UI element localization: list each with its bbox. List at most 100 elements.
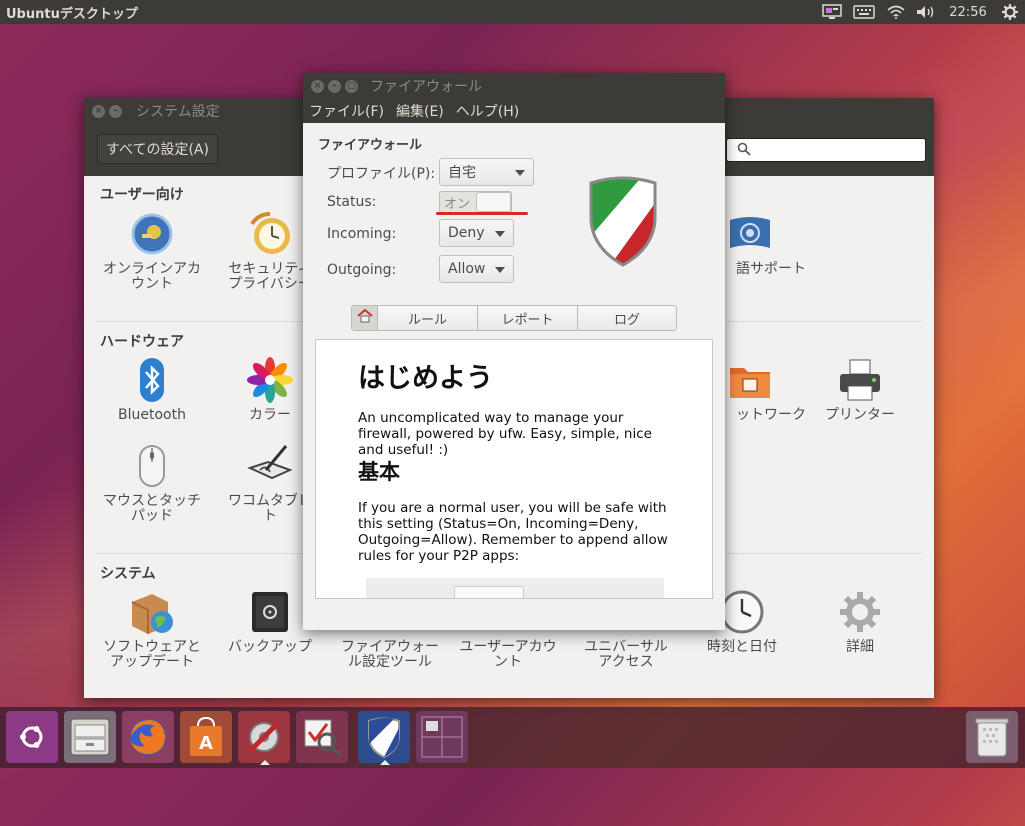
- tab-log[interactable]: ログ: [578, 306, 676, 330]
- wacom-tablet-icon: [246, 442, 294, 490]
- firewall-window: × – □ ファイアウォール ファイル(F) 編集(E) ヘルプ(H) ファイア…: [303, 73, 725, 630]
- language-support-icon: [726, 210, 774, 258]
- section-system: システム: [100, 566, 156, 582]
- profile-dropdown[interactable]: 自宅: [439, 158, 534, 186]
- firewall-search-icon[interactable]: [296, 711, 348, 763]
- settings-title: システム設定: [136, 104, 220, 120]
- ubuntu-logo-icon[interactable]: [6, 711, 58, 763]
- software-updates-item[interactable]: ソフトウェアと アップデート: [92, 588, 212, 670]
- firewall-tool-label-1: ファイアウォー: [341, 639, 439, 655]
- minimize-icon[interactable]: –: [109, 104, 122, 118]
- firefox-icon[interactable]: [122, 711, 174, 763]
- software-updates-label-2: アップデート: [110, 654, 194, 670]
- top-panel: Ubuntuデスクトップ 22:56: [0, 0, 1025, 24]
- incoming-value: Deny: [448, 225, 485, 241]
- tab-rules[interactable]: ルール: [378, 306, 478, 330]
- time-date-label: 時刻と日付: [707, 639, 777, 655]
- network-icon: [726, 356, 774, 404]
- bluetooth-icon: [128, 356, 176, 404]
- wifi-icon[interactable]: [881, 0, 911, 24]
- volume-icon[interactable]: [911, 0, 941, 24]
- status-toggle[interactable]: オン: [439, 191, 512, 213]
- svg-text:A: A: [199, 733, 213, 754]
- section-personal: ユーザー向け: [100, 187, 184, 203]
- menu-edit[interactable]: 編集(E): [390, 101, 450, 121]
- details-item[interactable]: 詳細: [800, 588, 920, 655]
- status-value: オン: [444, 196, 471, 212]
- clock[interactable]: 22:56: [941, 0, 995, 24]
- mouse-touchpad-item[interactable]: マウスとタッチ パッド: [92, 442, 212, 524]
- screen-icon[interactable]: [817, 0, 847, 24]
- bluetooth-item[interactable]: Bluetooth: [92, 356, 212, 423]
- mouse-touchpad-label-2: パッド: [131, 508, 173, 524]
- details-gear-icon: [836, 588, 884, 636]
- incoming-label: Incoming:: [327, 226, 397, 242]
- online-accounts-icon: [128, 210, 176, 258]
- all-settings-button[interactable]: すべての設定(A): [97, 134, 218, 164]
- system-settings-icon[interactable]: [238, 711, 290, 765]
- content-title: はじめよう: [358, 363, 493, 394]
- gufw-shield-icon[interactable]: [358, 711, 410, 765]
- chevron-down-icon: [495, 267, 505, 273]
- top-panel-title: Ubuntuデスクトップ: [6, 6, 138, 22]
- mouse-icon: [128, 442, 176, 490]
- outgoing-value: Allow: [448, 261, 486, 277]
- firewall-titlebar: × – □ ファイアウォール: [303, 73, 725, 99]
- search-input[interactable]: [726, 138, 926, 162]
- menubar: ファイル(F) 編集(E) ヘルプ(H): [303, 99, 725, 123]
- firewall-tool-label-2: ル設定ツール: [348, 654, 432, 670]
- menu-help[interactable]: ヘルプ(H): [450, 101, 525, 121]
- status-label: Status:: [327, 194, 377, 210]
- search-icon: [737, 142, 751, 160]
- red-underline-annotation: [436, 212, 528, 215]
- printers-item[interactable]: プリンター: [800, 356, 920, 423]
- mouse-touchpad-label-1: マウスとタッチ: [103, 493, 201, 509]
- online-accounts-label-2: ウント: [131, 276, 173, 292]
- tab-home[interactable]: [352, 306, 378, 330]
- content-basics-text: If you are a normal user, you will be sa…: [358, 500, 668, 564]
- security-privacy-icon: [246, 210, 294, 258]
- menu-file[interactable]: ファイル(F): [303, 101, 390, 121]
- indicator-area: 22:56: [817, 0, 1025, 24]
- running-indicator: [260, 760, 270, 765]
- close-icon[interactable]: ×: [311, 79, 324, 93]
- close-icon[interactable]: ×: [92, 104, 105, 118]
- minimize-icon[interactable]: –: [328, 79, 341, 93]
- firewall-shield-icon: [585, 173, 661, 267]
- keyboard-icon[interactable]: [847, 0, 881, 24]
- outgoing-label: Outgoing:: [327, 262, 397, 278]
- running-indicator: [380, 760, 390, 765]
- firewall-title: ファイアウォール: [370, 79, 482, 95]
- outgoing-dropdown[interactable]: Allow: [439, 255, 514, 283]
- content-basics-title: 基本: [358, 460, 400, 484]
- toggle-knob: [476, 192, 511, 212]
- workspace-switcher-icon[interactable]: [416, 711, 468, 763]
- online-accounts-label-1: オンラインアカ: [103, 261, 201, 277]
- launcher: A: [0, 707, 1025, 768]
- color-icon: [246, 356, 294, 404]
- bluetooth-label: Bluetooth: [118, 407, 186, 423]
- online-accounts-item[interactable]: オンラインアカ ウント: [92, 210, 212, 292]
- details-label: 詳細: [846, 639, 874, 655]
- language-support-label: 語サポート: [736, 261, 806, 277]
- section-hardware: ハードウェア: [100, 334, 184, 350]
- software-center-icon[interactable]: A: [180, 711, 232, 763]
- home-icon: [356, 308, 373, 327]
- getting-started-content[interactable]: はじめよう An uncomplicated way to manage you…: [315, 339, 713, 599]
- tab-report[interactable]: レポート: [478, 306, 578, 330]
- backups-icon: [246, 588, 294, 636]
- trash-icon[interactable]: [966, 711, 1018, 763]
- profile-value: 自宅: [448, 165, 476, 181]
- profile-label: プロファイル(P):: [327, 166, 436, 182]
- chevron-down-icon: [515, 170, 525, 176]
- printers-label: プリンター: [825, 407, 895, 423]
- universal-access-label-2: アクセス: [598, 654, 654, 670]
- universal-access-label-1: ユニバーサル: [584, 639, 668, 655]
- maximize-icon[interactable]: □: [345, 79, 358, 93]
- content-intro: An uncomplicated way to manage your fire…: [358, 410, 652, 458]
- firewall-heading: ファイアウォール: [318, 138, 423, 153]
- incoming-dropdown[interactable]: Deny: [439, 219, 514, 247]
- gear-icon[interactable]: [995, 0, 1025, 24]
- user-accounts-label-1: ユーザーアカウ: [459, 639, 557, 655]
- files-icon[interactable]: [64, 711, 116, 763]
